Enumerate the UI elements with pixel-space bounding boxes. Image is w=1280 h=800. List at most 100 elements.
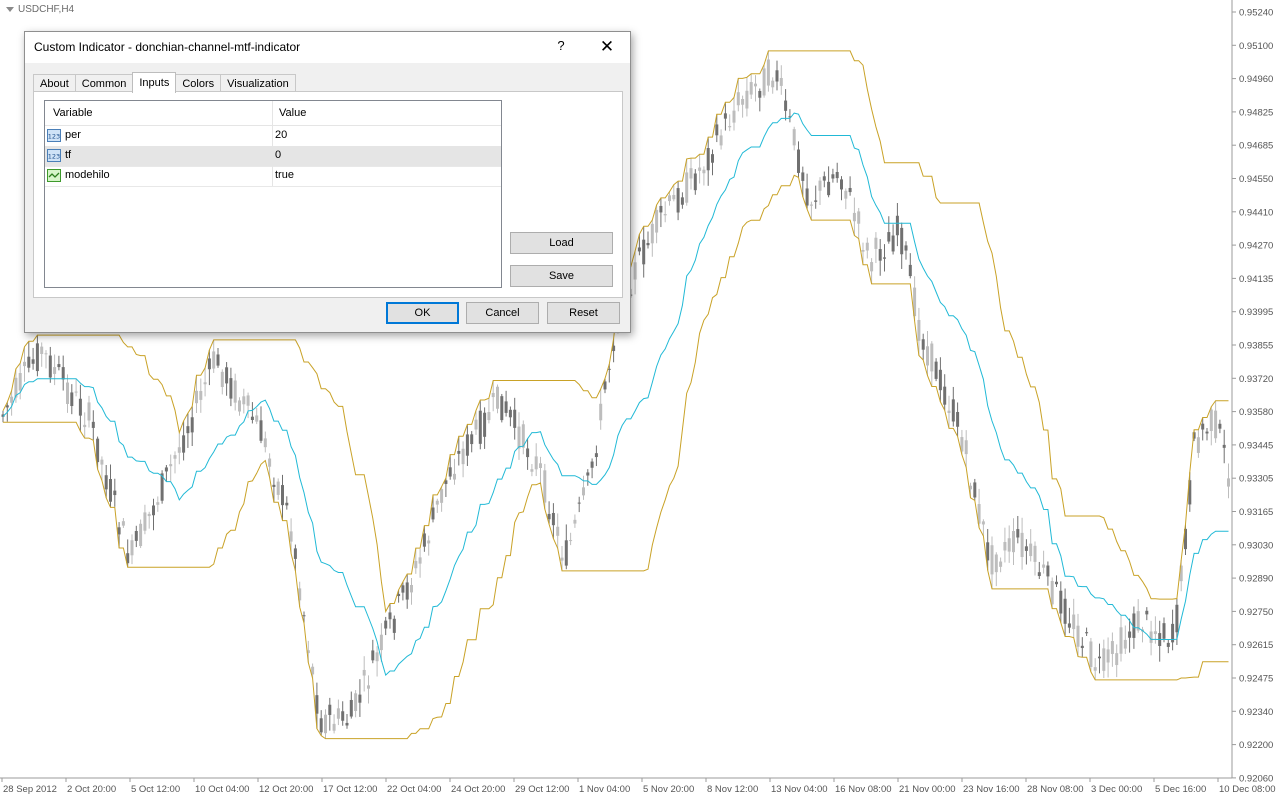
candle-body [702, 169, 706, 174]
candle-body [676, 188, 680, 213]
variable-value[interactable]: 20 [275, 129, 287, 141]
column-header-value[interactable]: Value [279, 107, 306, 119]
candle-body [465, 434, 469, 456]
price-label: 0.95240 [1239, 8, 1273, 19]
close-icon[interactable]: ✕ [595, 35, 619, 59]
help-icon[interactable]: ? [553, 38, 569, 56]
candle-body [1016, 529, 1020, 538]
candle-body [508, 409, 512, 418]
candle-body [659, 205, 663, 213]
price-label: 0.94135 [1239, 274, 1273, 285]
candle-body [276, 481, 280, 495]
candle-body [242, 396, 246, 405]
candle-body [156, 502, 160, 505]
candle-body [483, 412, 487, 437]
cancel-button[interactable]: Cancel [466, 302, 539, 324]
candle-body [1106, 649, 1110, 663]
candle-body [878, 249, 882, 261]
variable-value[interactable]: true [275, 169, 294, 181]
variable-value[interactable]: 0 [275, 149, 281, 161]
input-row-per[interactable]: 123 per 20 [45, 126, 501, 147]
candle-body [986, 542, 990, 561]
candle-body [18, 373, 22, 391]
candle-body [57, 364, 61, 368]
candle-body [917, 319, 921, 341]
input-row-modehilo[interactable]: modehilo true [45, 166, 501, 187]
tab-inputs[interactable]: Inputs [132, 72, 177, 93]
candle-body [354, 693, 358, 711]
candle-body [23, 361, 26, 367]
candle-body [332, 723, 336, 731]
candle-body [861, 249, 865, 252]
candle-body [169, 464, 173, 467]
candle-body [10, 396, 14, 403]
candle-body [500, 396, 504, 421]
candle-body [1046, 565, 1050, 577]
time-label: 5 Oct 12:00 [131, 784, 180, 795]
candle-body [66, 382, 69, 404]
candle-body [104, 475, 108, 490]
candle-body [457, 450, 461, 454]
candle-body [956, 411, 960, 427]
price-label: 0.94270 [1239, 241, 1273, 252]
candle-body [53, 367, 57, 374]
candle-body [504, 401, 508, 413]
dropdown-triangle-icon[interactable] [6, 7, 14, 12]
candle-body [556, 526, 560, 536]
candle-body [577, 502, 581, 504]
chart-symbol: USDCHF,H4 [18, 4, 75, 15]
bool-icon [47, 169, 61, 182]
candle-body [1003, 541, 1007, 551]
candle-body [100, 459, 104, 465]
column-divider[interactable] [272, 101, 273, 125]
candle-body [379, 634, 383, 651]
price-label: 0.92615 [1239, 640, 1273, 651]
candle-body [870, 262, 874, 272]
variable-name: tf [65, 149, 72, 161]
candle-body [448, 467, 452, 477]
candle-body [642, 239, 646, 265]
candle-body [143, 512, 147, 531]
candle-body [1201, 423, 1205, 430]
candle-body [328, 704, 332, 715]
candle-body [324, 714, 327, 734]
candle-body [61, 367, 65, 380]
candle-body [547, 513, 551, 520]
candle-body [1128, 631, 1132, 638]
candle-body [689, 168, 693, 179]
candle-body [1166, 642, 1170, 647]
candle-body [835, 172, 839, 179]
candle-body [951, 399, 955, 422]
dialog-titlebar[interactable]: Custom Indicator - donchian-channel-mtf-… [25, 32, 630, 63]
candle-body [526, 448, 530, 458]
column-header-variable[interactable]: Variable [53, 107, 93, 119]
time-label: 12 Oct 20:00 [259, 784, 313, 795]
candle-body [1102, 648, 1106, 671]
candle-body [87, 402, 91, 421]
time-label: 5 Dec 16:00 [1155, 784, 1206, 795]
candle-body [736, 92, 740, 106]
candle-body [947, 410, 951, 414]
candle-body [152, 505, 155, 516]
ok-button[interactable]: OK [386, 302, 459, 324]
save-button[interactable]: Save [510, 265, 613, 287]
candle-body [113, 490, 117, 496]
reset-button[interactable]: Reset [547, 302, 620, 324]
time-label: 5 Nov 20:00 [643, 784, 694, 795]
candle-body [461, 448, 465, 465]
load-button[interactable]: Load [510, 232, 613, 254]
candle-body [422, 533, 426, 547]
candle-body [212, 351, 216, 369]
candle-body [384, 620, 388, 629]
candle-body [693, 173, 697, 191]
candle-body [272, 484, 276, 487]
input-row-tf[interactable]: 123 tf 0 [45, 146, 501, 167]
candle-body [453, 473, 456, 480]
candle-body [216, 354, 220, 366]
candle-body [981, 521, 985, 525]
candle-body [551, 512, 555, 526]
candle-body [1162, 623, 1166, 639]
candle-body [745, 90, 749, 109]
candle-body [586, 472, 590, 476]
candle-body [1196, 437, 1200, 453]
